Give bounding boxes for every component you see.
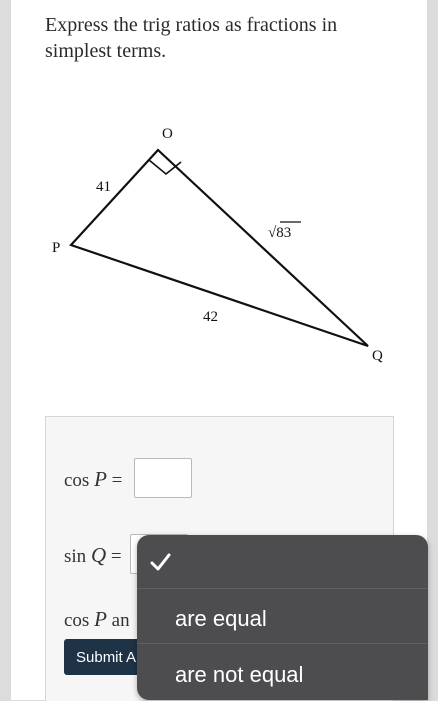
equals-sign: = bbox=[110, 546, 122, 567]
dropdown-option-label: are equal bbox=[175, 606, 267, 631]
cos-p-equation: cos P = bbox=[64, 467, 122, 492]
comparison-sentence: cos P an bbox=[64, 607, 130, 632]
side-op-label: 41 bbox=[96, 179, 111, 195]
p-variable: P bbox=[94, 467, 107, 491]
dropdown-option-label: are not equal bbox=[175, 662, 304, 687]
p-variable: P bbox=[94, 607, 107, 631]
q-variable: Q bbox=[90, 543, 107, 567]
triangle-opq bbox=[69, 148, 369, 348]
cos-p-answer-input[interactable] bbox=[134, 458, 192, 498]
side-pq-label: 42 bbox=[203, 309, 218, 325]
checkmark-icon bbox=[150, 553, 171, 571]
vertex-p-label: P bbox=[52, 240, 60, 256]
cos-label: cos bbox=[64, 610, 90, 631]
comparison-dropdown-menu: are equal are not equal bbox=[137, 535, 428, 700]
equals-sign: = bbox=[111, 470, 123, 491]
cos-label: cos bbox=[64, 470, 90, 491]
dropdown-option-blank[interactable] bbox=[137, 535, 428, 589]
sin-label: sin bbox=[64, 546, 87, 567]
right-triangle-figure: O P Q 41 √83 42 bbox=[52, 126, 383, 364]
sin-q-equation: sin Q = bbox=[64, 543, 122, 568]
dropdown-option-are-not-equal[interactable]: are not equal bbox=[137, 646, 428, 700]
dropdown-option-are-equal[interactable]: are equal bbox=[137, 590, 428, 644]
comparison-text: an bbox=[111, 610, 130, 631]
side-oq-label: √83 bbox=[268, 225, 291, 241]
vertex-q-label: Q bbox=[372, 348, 383, 364]
vertex-o-label: O bbox=[162, 126, 173, 142]
